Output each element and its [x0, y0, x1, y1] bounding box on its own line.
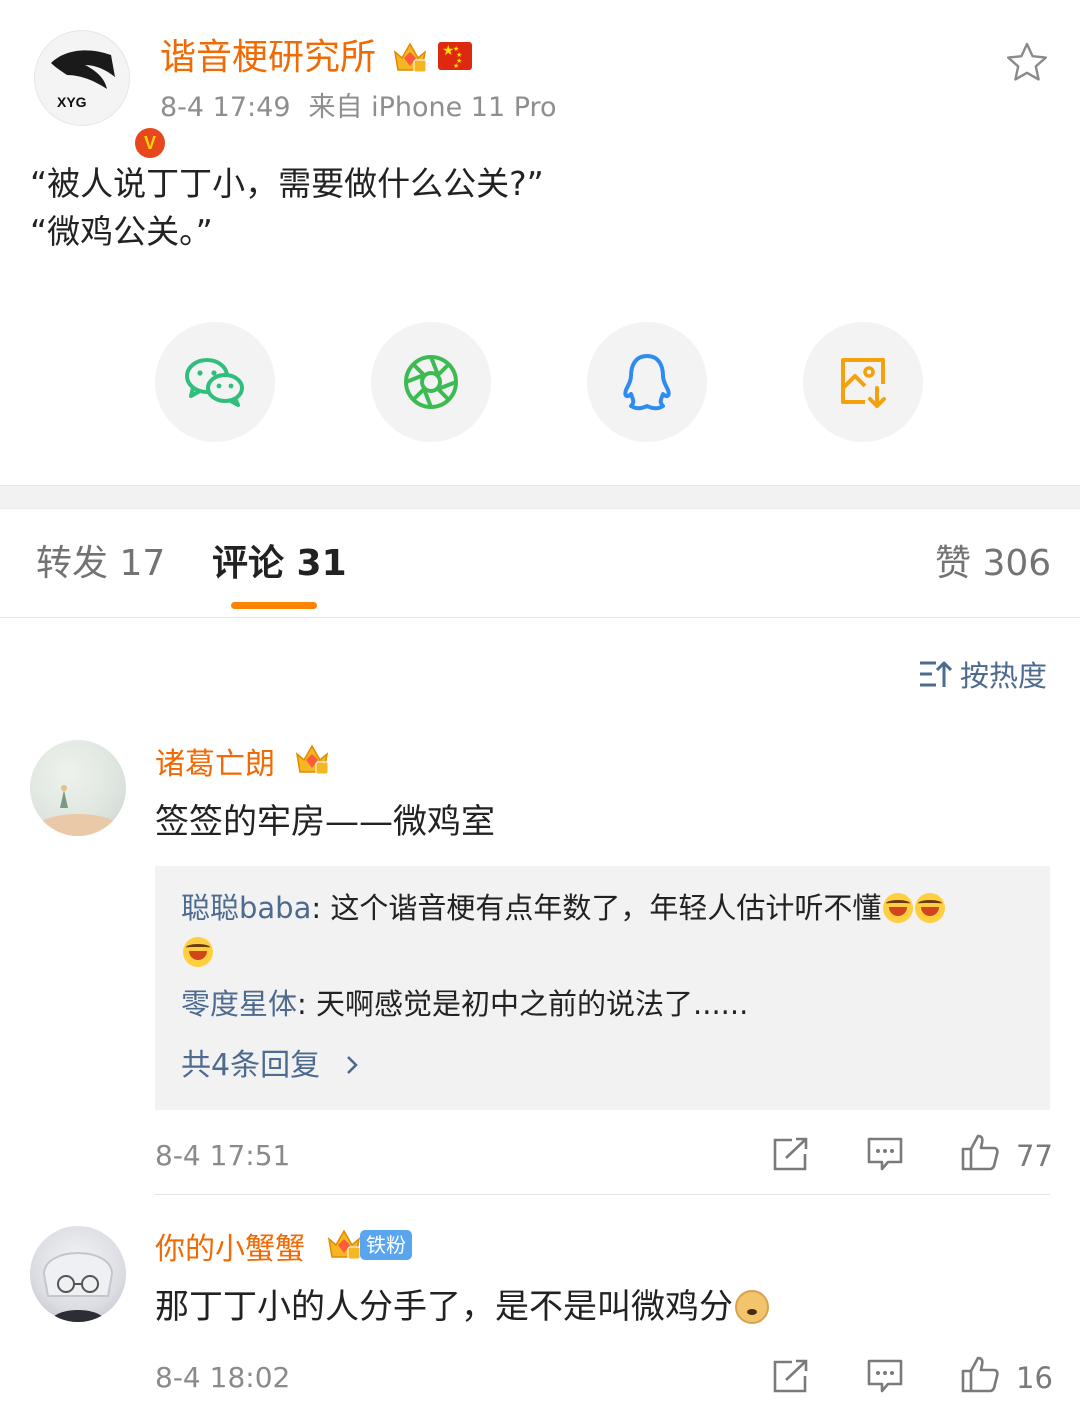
- more-replies-link[interactable]: 共4条回复: [181, 1044, 362, 1088]
- eagle-logo-icon: XYG: [51, 50, 115, 110]
- tab-reposts[interactable]: 转发 17: [36, 542, 165, 586]
- comment-author-name[interactable]: 诸葛亡朗: [155, 745, 275, 785]
- reply-comment-icon[interactable]: [866, 1358, 904, 1394]
- reply-comment-icon[interactable]: [866, 1136, 904, 1172]
- thumbs-up-icon[interactable]: [960, 1132, 1000, 1172]
- active-tab-indicator: [231, 602, 317, 609]
- comment-author-name[interactable]: 你的小蟹蟹: [155, 1230, 305, 1270]
- comment-text-body: 那丁丁小的人分手了，是不是叫微鸡分: [155, 1287, 733, 1327]
- tab-likes[interactable]: 赞 306: [935, 542, 1051, 586]
- reply-item-continued: [181, 930, 213, 974]
- comment-text: 那丁丁小的人分手了，是不是叫微鸡分: [155, 1285, 769, 1329]
- comment-time: 8-4 18:02: [155, 1361, 291, 1394]
- section-divider: [0, 485, 1080, 509]
- replies-box[interactable]: 聪聪baba: 这个谐音梗有点年数了，年轻人估计听不懂 零度星体: 天啊感觉是初…: [155, 866, 1050, 1110]
- post-tabs: 转发 17 评论 31 赞 306: [0, 510, 1080, 618]
- comment-time: 8-4 17:51: [155, 1139, 291, 1172]
- post-text-line: “微鸡公关。”: [30, 212, 213, 251]
- comment-text: 签签的牢房——微鸡室: [155, 802, 495, 842]
- reply-author[interactable]: 聪聪baba: [181, 891, 311, 925]
- post-meta: 8-4 17:49 来自 iPhone 11 Pro: [160, 92, 557, 124]
- post-text-line: “被人说丁丁小，需要做什么公关?”: [30, 164, 544, 203]
- comment-avatar[interactable]: [30, 1226, 126, 1322]
- sort-icon: [920, 661, 952, 687]
- share-row: [0, 322, 1080, 446]
- reply-text: : 天啊感觉是初中之前的说法了......: [297, 987, 749, 1021]
- china-flag-icon: ★ ★ ★ ★ ★: [438, 42, 472, 70]
- favorite-star-icon[interactable]: [1004, 40, 1050, 86]
- reply-item: 零度星体: 天啊感觉是初中之前的说法了......: [181, 982, 748, 1026]
- sort-label: 按热度: [960, 659, 1048, 693]
- comment-avatar[interactable]: [30, 740, 126, 836]
- illustration-avatar-icon: [32, 785, 124, 836]
- reply-text: : 这个谐音梗有点年数了，年轻人估计听不懂: [311, 891, 882, 925]
- save-image-icon: [841, 358, 886, 408]
- sort-hot-button[interactable]: 按热度: [918, 654, 1047, 694]
- more-replies-label: 共4条回复: [181, 1048, 321, 1083]
- author-avatar[interactable]: XYG V: [34, 30, 168, 161]
- post-source: 来自 iPhone 11 Pro: [308, 92, 557, 123]
- like-count: 16: [1016, 1361, 1053, 1395]
- doge-emoji-icon: [735, 1290, 769, 1324]
- post-time: 8-4 17:49: [160, 92, 291, 123]
- chevron-right-icon: [346, 1056, 358, 1074]
- thumbs-up-icon[interactable]: [960, 1354, 1000, 1394]
- crown-member-icon: [393, 42, 427, 73]
- author-name[interactable]: 谐音梗研究所: [160, 36, 376, 80]
- verified-badge: V: [132, 125, 168, 161]
- share-wechat-button[interactable]: [155, 322, 275, 442]
- post-header: XYG V 谐音梗研究所 ★ ★ ★ ★ ★ 8-4 17:49 来自 iPhon…: [0, 0, 1080, 161]
- crown-member-icon: [295, 744, 329, 775]
- comment-divider: [155, 1194, 1050, 1195]
- reply-item: 聪聪baba: 这个谐音梗有点年数了，年轻人估计听不懂: [181, 886, 946, 930]
- like-count: 77: [1016, 1139, 1053, 1173]
- tab-comments[interactable]: 评论 31: [212, 542, 347, 586]
- iron-fan-badge: 铁粉: [360, 1230, 412, 1260]
- qq-icon: [623, 354, 671, 411]
- laugh-cry-emoji-icon: [183, 937, 213, 967]
- avatar-text: XYG: [57, 94, 87, 110]
- reply-author[interactable]: 零度星体: [181, 987, 297, 1021]
- anime-avatar-icon: [42, 1252, 114, 1322]
- laugh-cry-emoji-icon: [915, 893, 946, 923]
- post-content: “被人说丁丁小，需要做什么公关?” “微鸡公关。”: [30, 160, 544, 256]
- moments-icon: [404, 355, 458, 409]
- save-image-button[interactable]: [803, 322, 923, 442]
- wechat-icon: [185, 358, 244, 407]
- repost-icon[interactable]: [772, 1136, 810, 1172]
- share-moments-button[interactable]: [371, 322, 491, 442]
- crown-member-icon: [327, 1229, 361, 1260]
- laugh-cry-emoji-icon: [883, 893, 914, 923]
- repost-icon[interactable]: [772, 1358, 810, 1394]
- share-qq-button[interactable]: [587, 322, 707, 442]
